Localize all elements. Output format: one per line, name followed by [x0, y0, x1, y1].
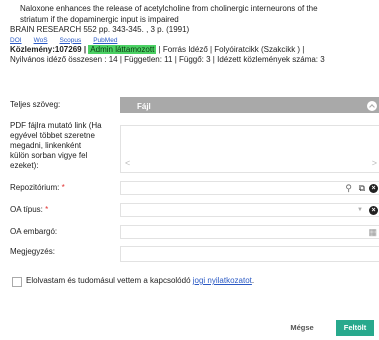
external-link-icon[interactable]: ⧉ — [359, 183, 365, 193]
pubmed-link[interactable]: PubMed — [93, 37, 117, 44]
calendar-icon[interactable]: ▦ — [368, 227, 377, 237]
clear-icon[interactable]: × — [369, 184, 378, 193]
required-mark: * — [45, 205, 49, 214]
oa-type-select[interactable]: ▼ × — [120, 203, 379, 217]
full-text-value: Fájl — [137, 102, 151, 111]
citation-counts: Nyilvános idéző összesen : 14 | Függetle… — [10, 55, 325, 64]
pdf-link-label-line: külön sorban vigye fel — [10, 151, 88, 160]
doi-link[interactable]: DOI — [10, 37, 22, 44]
note-row: Megjegyzés: — [10, 246, 379, 262]
publication-summary: Naloxone enhances the release of acetylc… — [10, 4, 372, 66]
record-meta: | Forrás Idéző | Folyóiratcikk (Szakcikk… — [158, 44, 305, 54]
note-label: Megjegyzés: — [10, 247, 55, 256]
search-icon[interactable]: ⚲ — [345, 183, 352, 193]
consent-text-body: Elolvastam és tudomásul vettem a kapcsol… — [26, 276, 193, 285]
pdf-link-label-line: ezeket): — [10, 161, 39, 170]
publication-record-line: Közlemény:107269 | Admin láttamozott | F… — [10, 44, 372, 56]
publication-links: DOI WoS Scopus PubMed — [10, 36, 372, 45]
clear-icon[interactable]: × — [369, 206, 378, 215]
full-text-select[interactable]: Fájl — [120, 97, 379, 113]
status-badge: Admin láttamozott — [88, 44, 157, 54]
note-input[interactable] — [120, 246, 379, 262]
oa-type-row: OA típus: * ▼ × — [10, 203, 379, 217]
pdf-link-row: PDF fájlra mutató link (Ha egyével többe… — [10, 121, 379, 177]
chevron-up-icon — [367, 101, 377, 111]
arrow-right-icon[interactable]: > — [372, 158, 377, 168]
oa-type-label-text: OA típus: — [10, 205, 43, 214]
pdf-link-label-line: PDF fájlra mutató link (Ha — [10, 121, 102, 130]
publication-title-line-1: Naloxone enhances the release of acetylc… — [20, 4, 318, 13]
oa-embargo-row: OA embargó: ▦ — [10, 225, 379, 239]
record-id: Közlemény:107269 | — [10, 44, 87, 54]
upload-button[interactable]: Feltölt — [336, 320, 374, 336]
consent-text: Elolvastam és tudomásul vettem a kapcsol… — [26, 276, 254, 285]
caret-down-icon[interactable]: ▼ — [357, 205, 363, 215]
oa-embargo-date-input[interactable]: ▦ — [120, 225, 379, 239]
pdf-link-label: PDF fájlra mutató link (Ha egyével többe… — [10, 121, 102, 171]
consent-checkbox[interactable] — [12, 277, 22, 287]
required-mark: * — [61, 183, 65, 192]
repository-label: Repozitórium: * — [10, 183, 65, 193]
repository-select[interactable]: ⚲ ⧉ × — [120, 181, 379, 195]
pdf-link-label-line: egyével többet szeretne — [10, 131, 95, 140]
pdf-link-textarea[interactable]: < > — [120, 125, 379, 173]
oa-type-label: OA típus: * — [10, 205, 48, 215]
consent-text-end: . — [251, 276, 255, 285]
repository-label-text: Repozitórium: — [10, 183, 60, 192]
pdf-link-label-line: megadni, linkenként — [10, 141, 82, 150]
full-text-row: Teljes szöveg: Fájl — [10, 97, 379, 113]
publication-title-line-2: striatum if the dopaminergic input is im… — [20, 14, 179, 24]
legal-statement-link[interactable]: jogi nyilatkozatot — [193, 276, 252, 285]
publication-source: BRAIN RESEARCH 552 pp. 343-345. , 3 p. (… — [10, 25, 190, 34]
oa-embargo-label: OA embargó: — [10, 227, 58, 236]
arrow-left-icon[interactable]: < — [125, 158, 130, 168]
full-text-label: Teljes szöveg: — [10, 100, 61, 109]
cancel-button[interactable]: Mégse — [283, 320, 321, 336]
wos-link[interactable]: WoS — [34, 37, 48, 44]
scopus-link[interactable]: Scopus — [60, 37, 82, 44]
repository-row: Repozitórium: * ⚲ ⧉ × — [10, 181, 379, 195]
